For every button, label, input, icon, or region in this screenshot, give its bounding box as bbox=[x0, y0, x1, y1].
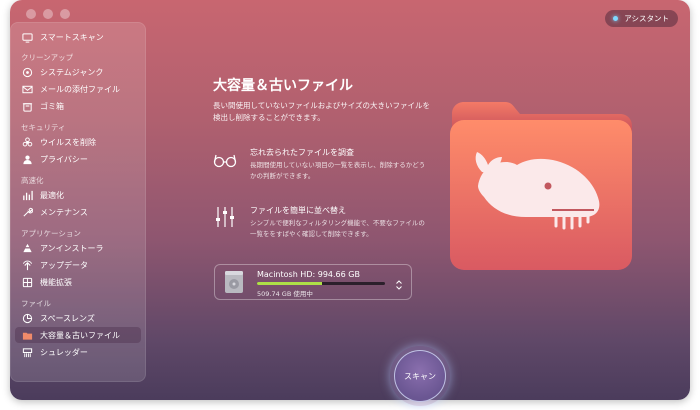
scan-button[interactable]: スキャン bbox=[394, 350, 446, 402]
sidebar-item-label: ウイルスを削除 bbox=[40, 137, 96, 147]
sidebar-item-label: システムジャンク bbox=[40, 67, 104, 77]
sidebar-item-space-lens[interactable]: スペースレンズ bbox=[15, 310, 141, 326]
sidebar-item-label: アップデータ bbox=[40, 260, 88, 270]
page-description: 長い間使用していないファイルおよびサイズの大きいファイルを検出し削除することがで… bbox=[213, 101, 431, 122]
sidebar-item-optimization[interactable]: 最適化 bbox=[15, 187, 141, 203]
chevron-up-down-icon[interactable] bbox=[395, 276, 403, 290]
disk-usage-fill bbox=[257, 282, 323, 285]
assistant-button[interactable]: アシスタント bbox=[605, 10, 678, 27]
minimize-window-button[interactable] bbox=[43, 9, 53, 19]
folder-whale-illustration bbox=[448, 100, 634, 272]
sidebar-item-label: スペースレンズ bbox=[40, 313, 95, 323]
sidebar-item-label: アンインストーラ bbox=[40, 243, 104, 253]
section-header-security: セキュリティ bbox=[21, 123, 66, 132]
zoom-window-button[interactable] bbox=[60, 9, 70, 19]
smart-scan-icon bbox=[21, 31, 33, 43]
uninstaller-icon bbox=[21, 242, 33, 254]
trash-icon bbox=[21, 100, 33, 112]
sidebar-item-label: メールの添付ファイル bbox=[40, 84, 120, 94]
optimization-icon bbox=[21, 189, 33, 201]
system-junk-icon bbox=[21, 66, 33, 78]
sidebar-item-uninstaller[interactable]: アンインストーラ bbox=[15, 240, 141, 256]
feature-description: 長期間使用していない項目の一覧を表示し、削除するかどうかの判断ができます。 bbox=[250, 161, 426, 180]
mail-icon bbox=[21, 83, 33, 95]
sidebar-item-smart-scan[interactable]: スマートスキャン bbox=[15, 29, 141, 45]
sidebar-item-remove-virus[interactable]: ウイルスを削除 bbox=[15, 134, 141, 150]
sidebar-item-maintenance[interactable]: メンテナンス bbox=[15, 204, 141, 220]
window-controls bbox=[26, 9, 70, 19]
section-header-applications: アプリケーション bbox=[21, 229, 81, 238]
sidebar: スマートスキャン クリーンアップ システムジャンク メールの添付ファイル ゴミ箱… bbox=[10, 22, 146, 382]
sidebar-item-mail-attachments[interactable]: メールの添付ファイル bbox=[15, 81, 141, 97]
disk-selector[interactable]: Macintosh HD: 994.66 GB 509.74 GB 使用中 bbox=[214, 264, 412, 300]
scan-button-label: スキャン bbox=[404, 371, 436, 381]
extensions-icon bbox=[21, 276, 33, 288]
privacy-icon bbox=[21, 153, 33, 165]
sidebar-item-large-old-files[interactable]: 大容量＆古いファイル bbox=[15, 327, 141, 343]
sidebar-item-label: スマートスキャン bbox=[40, 32, 104, 42]
sidebar-item-label: ゴミ箱 bbox=[40, 101, 64, 111]
sidebar-item-label: 最適化 bbox=[40, 190, 64, 200]
sidebar-item-label: シュレッダー bbox=[40, 347, 88, 357]
folder-icon bbox=[21, 329, 33, 341]
space-lens-icon bbox=[21, 312, 33, 324]
feature-description: シンプルで便利なフィルタリング機能で、不要なファイルの一覧ををすばやく確認して削… bbox=[250, 219, 425, 238]
section-header-cleanup: クリーンアップ bbox=[21, 53, 74, 62]
sidebar-item-label: プライバシー bbox=[40, 154, 88, 164]
feature-title: ファイルを簡単に並べ替え bbox=[250, 206, 346, 215]
sliders-icon bbox=[213, 205, 237, 229]
disk-name: Macintosh HD: 994.66 GB bbox=[257, 270, 360, 279]
assistant-status-dot bbox=[613, 16, 619, 21]
sidebar-item-extensions[interactable]: 機能拡張 bbox=[15, 274, 141, 290]
feature-title: 忘れ去られたファイルを調査 bbox=[250, 148, 354, 157]
sidebar-item-shredder[interactable]: シュレッダー bbox=[15, 344, 141, 360]
sidebar-item-privacy[interactable]: プライバシー bbox=[15, 151, 141, 167]
close-window-button[interactable] bbox=[26, 9, 36, 19]
glasses-icon bbox=[213, 148, 237, 172]
sidebar-item-label: 機能拡張 bbox=[40, 277, 72, 287]
hard-drive-icon bbox=[223, 270, 245, 294]
sidebar-item-updater[interactable]: アップデータ bbox=[15, 257, 141, 273]
section-header-files: ファイル bbox=[21, 299, 51, 308]
disk-usage-bar bbox=[257, 282, 385, 285]
updater-icon bbox=[21, 259, 33, 271]
disk-usage-text: 509.74 GB 使用中 bbox=[257, 290, 313, 298]
shredder-icon bbox=[21, 346, 33, 358]
sidebar-item-system-junk[interactable]: システムジャンク bbox=[15, 64, 141, 80]
maintenance-icon bbox=[21, 206, 33, 218]
page-title: 大容量＆古いファイル bbox=[213, 78, 353, 94]
sidebar-item-label: 大容量＆古いファイル bbox=[40, 330, 120, 340]
section-header-speed: 高速化 bbox=[21, 176, 44, 185]
biohazard-icon bbox=[21, 136, 33, 148]
assistant-label: アシスタント bbox=[624, 14, 669, 23]
sidebar-item-trash[interactable]: ゴミ箱 bbox=[15, 98, 141, 114]
sidebar-item-label: メンテナンス bbox=[40, 207, 88, 217]
